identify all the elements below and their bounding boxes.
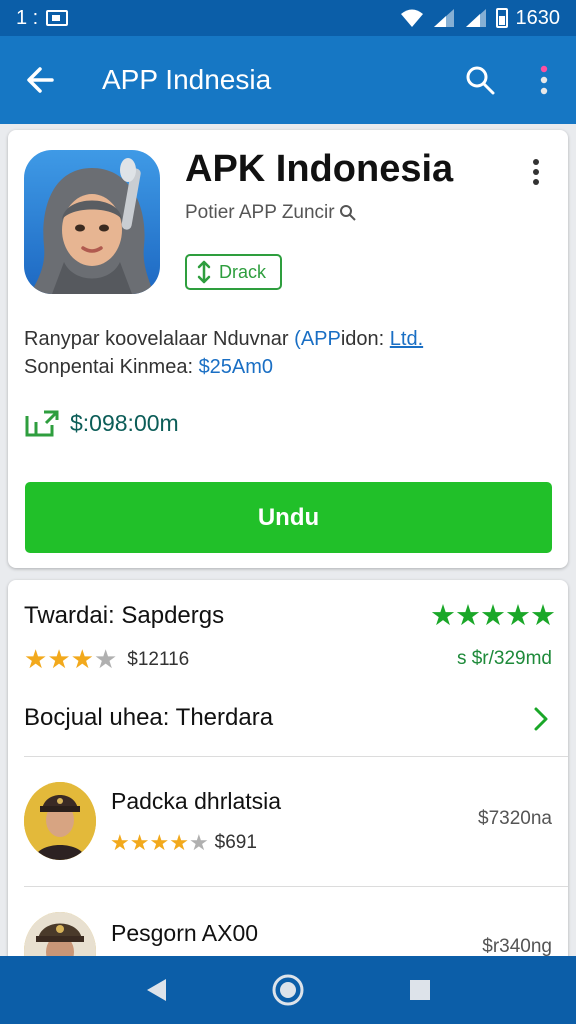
divider [24,886,568,887]
app-bar-title: APP Indnesia [102,64,272,95]
status-left: 1 : [16,6,69,30]
reviewer-name: Padcka dhrlatsia [111,788,282,814]
nav-recents-button[interactable] [390,960,450,1020]
price-tag-icon [25,410,59,437]
star-icon: ★ [129,830,150,855]
nav-home-button[interactable] [258,960,318,1020]
nav-home-icon [272,974,304,1006]
reviewer-avatar-image [24,782,96,860]
star-icon: ★ [505,600,531,632]
back-arrow-icon [27,67,54,93]
status-bar: 1 : 1630 [0,0,576,36]
status-time: 1630 [515,6,561,29]
developer-label: Potier APP Zuncir [185,202,335,223]
system-nav-bar [0,956,576,1024]
star-icon: ★ [530,600,556,632]
reviewer-value: $r340ng [482,936,552,957]
signal-icon [433,9,454,27]
app-icon [24,150,160,294]
desc-line2-link[interactable]: $25Am0 [199,356,274,378]
app-name: APK Indonesia [185,148,454,190]
reviewer-score: $691 [214,832,257,853]
reviews-title: Twardai: Sapdergs [24,602,225,629]
hijab-avatar-icon [30,158,154,294]
reviewer-rating-row: ★ ★ ★ ★ ★ $691 [110,830,257,856]
developer-name[interactable]: Potier APP Zuncir [185,202,357,224]
desc-line1-text: Ranypar koovelalaar Nduvnar [24,328,295,350]
search-icon [466,66,495,95]
star-icon: ★ [47,644,71,674]
star-icon: ★ [430,600,456,632]
nav-back-icon [147,979,166,1001]
see-all-reviews-link[interactable]: Bocjual uhea: Therdara [24,704,273,732]
search-icon [339,205,356,221]
desc-line1-underlined-link[interactable]: Ltd. [390,328,423,350]
star-icon: ★ [24,644,48,674]
battery-icon [495,8,508,28]
app-overflow-button[interactable] [518,154,554,190]
price-row: $:098:00m [24,408,179,438]
app-description-line-2: Sonpentai Kinmea: $25Am0 [24,356,273,379]
reviews-card: Twardai: Sapdergs ★★★★★ ★ ★ ★ ★ $12116 s $r… [8,580,568,990]
install-chip[interactable]: Drack [185,254,283,290]
more-options-button[interactable] [512,36,576,124]
star-icon: ★ [70,644,94,674]
app-details-card: APK Indonesia Potier APP Zuncir Drack Ra… [8,130,568,568]
app-description-line-1: Ranypar koovelalaar Nduvnar (APPidon: Lt… [24,328,423,351]
star-empty-icon: ★ [188,830,209,855]
search-button[interactable] [448,36,512,124]
status-right: 1630 [400,6,561,30]
signal-icon-2 [465,9,486,27]
back-button[interactable] [0,36,80,124]
summary-value: $12116 [127,648,190,670]
summary-rating-row: ★ ★ ★ ★ $12116 [24,644,189,675]
more-vert-icon [540,65,548,95]
star-icon: ★ [149,830,170,855]
reviewer-value: $7320na [478,808,552,829]
desc-line2-text: Sonpentai Kinmea: [24,356,199,378]
chevron-right-icon[interactable] [528,704,554,734]
app-bar: APP Indnesia [0,36,576,124]
star-icon: ★ [455,600,481,632]
reviewer-name: Pesgorn AX00 [111,920,259,946]
summary-right-value: s $r/329md [456,648,552,669]
desc-line1-link[interactable]: (APP [294,328,341,350]
more-vert-icon [533,159,539,185]
install-chip-label: Drack [219,261,267,282]
divider [24,756,568,757]
download-button[interactable]: Undu [25,482,552,553]
nav-recents-icon [410,980,430,1000]
price-value: $:098:00m [70,409,179,436]
star-icon: ★ [110,830,130,855]
nav-back-button[interactable] [126,960,186,1020]
star-icon: ★ [169,830,189,855]
notification-icon [46,10,69,26]
star-empty-icon: ★ [93,644,118,674]
transfer-arrows-icon [197,260,211,284]
status-time-left: 1 : [16,6,39,29]
reviewer-avatar[interactable] [24,782,96,860]
desc-line1-text-b: idon: [340,328,390,350]
overall-rating-stars: ★★★★★ [430,598,556,633]
star-icon: ★ [480,600,506,632]
wifi-icon [400,9,423,27]
